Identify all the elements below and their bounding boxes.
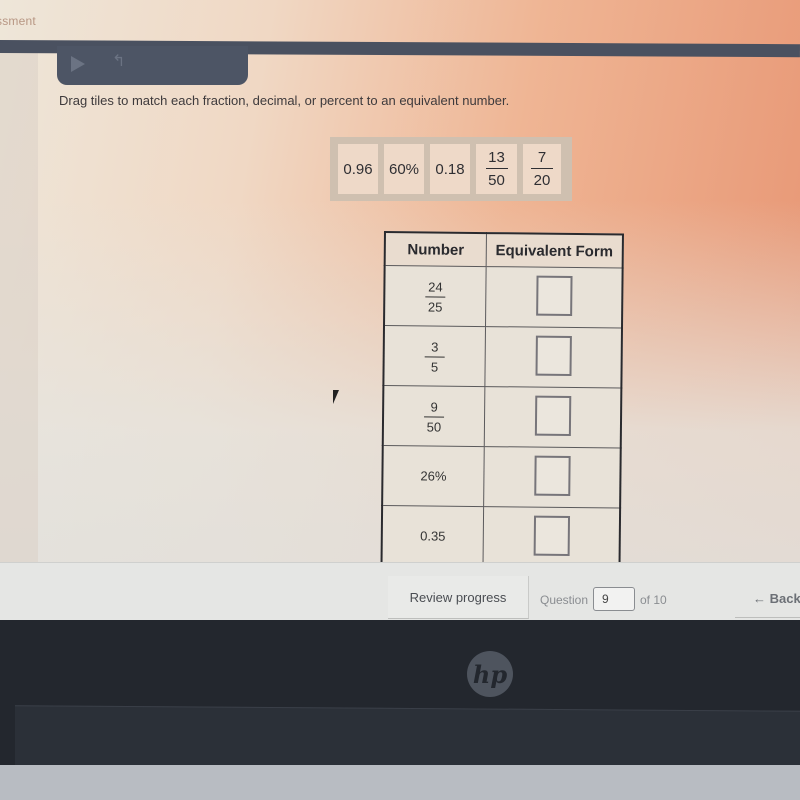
number-cell: 24 25 xyxy=(384,265,487,327)
drop-target[interactable] xyxy=(534,395,571,436)
instructions: Drag tiles to match each fraction, decim… xyxy=(59,93,510,108)
question-total: of 10 xyxy=(640,593,667,607)
left-margin xyxy=(0,53,38,563)
number-cell: 9 50 xyxy=(382,385,485,447)
table-row: 0.35 xyxy=(381,505,621,569)
number-cell: 26% xyxy=(382,445,485,507)
mouse-cursor-icon xyxy=(333,390,345,404)
answer-cell xyxy=(485,266,623,328)
drop-target[interactable] xyxy=(533,455,571,496)
fraction: 24 25 xyxy=(425,279,446,314)
header-number: Number xyxy=(384,232,487,267)
table-row: 3 5 xyxy=(383,325,622,388)
table-row: 24 25 xyxy=(384,265,623,328)
answer-cell xyxy=(484,326,622,388)
footer-nav: Review progress Question 9 of 10 ← Back xyxy=(0,562,800,620)
fraction: 7 20 xyxy=(531,150,553,188)
tile-0.18[interactable]: 0.18 xyxy=(430,144,470,194)
drop-target[interactable] xyxy=(534,335,572,376)
tile-60-percent[interactable]: 60% xyxy=(384,144,424,194)
question-number-input[interactable]: 9 xyxy=(593,587,635,611)
review-progress-button[interactable]: Review progress xyxy=(388,576,529,619)
drop-target[interactable] xyxy=(533,515,570,556)
media-controls: ↰ xyxy=(57,46,248,85)
answer-cell xyxy=(484,386,622,448)
number-cell: 0.35 xyxy=(381,505,484,568)
question-label: Question xyxy=(540,593,589,607)
header-equivalent-form: Equivalent Form xyxy=(486,233,623,269)
fraction: 9 50 xyxy=(424,399,445,434)
play-icon[interactable] xyxy=(71,56,85,72)
drop-target[interactable] xyxy=(535,275,573,316)
fraction: 3 5 xyxy=(424,339,445,374)
page-title: ssment xyxy=(0,14,36,28)
table-row: 9 50 xyxy=(382,385,622,448)
tile-bank: 0.96 60% 0.18 13 50 7 20 xyxy=(330,137,572,201)
answer-cell xyxy=(483,446,621,508)
desk-surface xyxy=(0,765,800,800)
laptop-hinge xyxy=(15,705,800,772)
number-cell: 3 5 xyxy=(383,325,486,387)
hp-logo-icon: hp xyxy=(467,651,513,697)
laptop-screen: ssment ↰ Drag tiles to match each fracti… xyxy=(0,0,800,620)
table-header-row: Number Equivalent Form xyxy=(384,232,623,269)
match-table: Number Equivalent Form 24 25 3 5 9 50 26… xyxy=(380,231,624,570)
tile-7-20[interactable]: 7 20 xyxy=(523,144,561,194)
table-row: 26% xyxy=(382,445,621,508)
tile-0.96[interactable]: 0.96 xyxy=(338,144,378,194)
back-button[interactable]: ← Back xyxy=(735,580,800,618)
answer-cell xyxy=(482,506,621,569)
tile-13-50[interactable]: 13 50 xyxy=(476,144,517,194)
fraction: 13 50 xyxy=(485,150,508,188)
undo-icon[interactable]: ↰ xyxy=(112,54,132,70)
